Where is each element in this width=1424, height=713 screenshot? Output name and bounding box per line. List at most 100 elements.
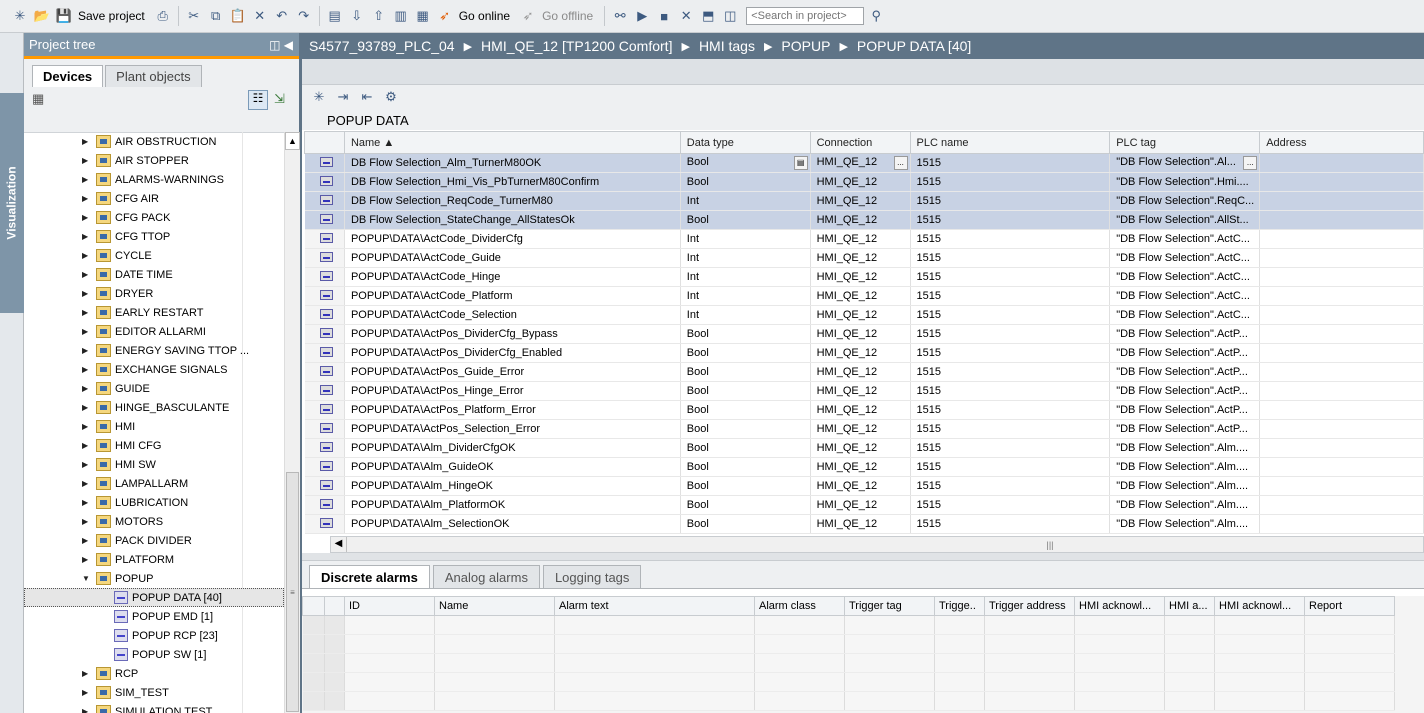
cell-address[interactable] xyxy=(1259,438,1424,458)
alarm-empty-cell[interactable] xyxy=(1214,691,1305,711)
export-tags-icon[interactable]: ⇥ xyxy=(334,89,352,107)
alarm-empty-cell[interactable] xyxy=(844,691,935,711)
expand-arrow-icon[interactable]: ▶ xyxy=(82,403,92,412)
alarm-empty-cell[interactable] xyxy=(324,691,345,711)
alarm-empty-cell[interactable] xyxy=(1074,615,1165,635)
expand-arrow-icon[interactable]: ▶ xyxy=(82,346,92,355)
cell-data-type[interactable]: Int xyxy=(680,305,811,325)
cell-connection[interactable]: HMI_QE_12 xyxy=(810,362,911,382)
alarm-empty-cell[interactable] xyxy=(434,615,555,635)
column-header-name[interactable]: Name ▲ xyxy=(343,131,681,154)
alarm-empty-cell[interactable] xyxy=(754,653,845,673)
plc-tag-browse-icon[interactable]: ... xyxy=(1243,156,1258,170)
cell-plc-name[interactable]: 1515 xyxy=(910,286,1111,306)
table-view-icon[interactable]: ☷ xyxy=(248,90,268,110)
table-row[interactable]: POPUP\DATA\Alm_SelectionOK Bool HMI_QE_12 1… xyxy=(304,514,1424,534)
cell-connection[interactable]: HMI_QE_12 xyxy=(810,191,911,211)
collapse-panel-icon[interactable]: ◫ ◀ xyxy=(269,38,293,52)
alarm-column-header[interactable]: Name xyxy=(434,596,555,616)
cell-address[interactable] xyxy=(1259,457,1424,477)
column-header-connection[interactable]: Connection xyxy=(809,131,911,154)
expand-arrow-icon[interactable]: ▶ xyxy=(82,479,92,488)
cell-data-type[interactable]: Bool xyxy=(680,172,811,192)
alarm-empty-cell[interactable] xyxy=(754,615,845,635)
alarm-empty-row[interactable] xyxy=(302,653,1395,673)
alarm-empty-cell[interactable] xyxy=(1304,691,1395,711)
tree-folder[interactable]: ▶ RCP xyxy=(24,664,284,683)
tree-folder[interactable]: ▶ EDITOR ALLARMI xyxy=(24,322,284,341)
cell-connection[interactable]: HMI_QE_12 xyxy=(810,305,911,325)
tree-tag-table[interactable]: POPUP DATA [40] xyxy=(24,588,284,607)
cell-data-type[interactable]: Bool xyxy=(680,438,811,458)
alarm-empty-cell[interactable] xyxy=(302,634,325,654)
alarm-empty-cell[interactable] xyxy=(1164,672,1215,692)
save-project-button[interactable]: Save project xyxy=(78,9,145,23)
expand-arrow-icon[interactable]: ▶ xyxy=(82,707,92,713)
alarm-empty-cell[interactable] xyxy=(1074,634,1165,654)
cell-data-type[interactable]: Int xyxy=(680,248,811,268)
tree-folder[interactable]: ▶ LAMPALLARM xyxy=(24,474,284,493)
tree-folder[interactable]: ▶ HMI CFG xyxy=(24,436,284,455)
table-row[interactable]: POPUP\DATA\ActCode_Guide Int HMI_QE_12 1515… xyxy=(304,248,1424,268)
paste-icon[interactable]: 📋 xyxy=(228,6,248,26)
table-row[interactable]: POPUP\DATA\ActCode_Hinge Int HMI_QE_12 1515… xyxy=(304,267,1424,287)
alarm-column-header[interactable]: Alarm text xyxy=(554,596,755,616)
upload-icon[interactable]: ⇧ xyxy=(369,6,389,26)
cell-name[interactable]: POPUP\DATA\ActCode_DividerCfg xyxy=(344,229,681,249)
download-icon[interactable]: ⇩ xyxy=(347,6,367,26)
split-horizontal-icon[interactable]: ⬒ xyxy=(698,6,718,26)
tree-folder[interactable]: ▶ CFG TTOP xyxy=(24,227,284,246)
expand-arrow-icon[interactable]: ▼ xyxy=(82,574,92,583)
go-online-button[interactable]: Go online xyxy=(459,9,510,23)
cell-name[interactable]: DB Flow Selection_ReqCode_TurnerM80 xyxy=(344,191,681,211)
cell-plc-tag[interactable]: "DB Flow Selection".ActC... xyxy=(1109,286,1261,306)
alarm-empty-cell[interactable] xyxy=(324,615,345,635)
cell-plc-name[interactable]: 1515 xyxy=(910,514,1111,534)
cell-address[interactable] xyxy=(1259,476,1424,496)
alarm-empty-cell[interactable] xyxy=(1214,653,1305,673)
alarm-column-header[interactable]: Alarm class xyxy=(754,596,845,616)
cell-connection[interactable]: HMI_QE_12 xyxy=(810,248,911,268)
cell-name[interactable]: POPUP\DATA\ActPos_DividerCfg_Bypass xyxy=(344,324,681,344)
column-header-plc-name[interactable]: PLC name xyxy=(909,131,1111,154)
alarm-empty-cell[interactable] xyxy=(754,691,845,711)
alarm-empty-cell[interactable] xyxy=(344,615,435,635)
alarm-empty-cell[interactable] xyxy=(434,672,555,692)
alarm-empty-cell[interactable] xyxy=(324,653,345,673)
cell-connection[interactable]: HMI_QE_12 xyxy=(810,476,911,496)
cell-plc-name[interactable]: 1515 xyxy=(910,172,1111,192)
alarm-empty-cell[interactable] xyxy=(984,615,1075,635)
tree-folder[interactable]: ▶ AIR STOPPER xyxy=(24,151,284,170)
cell-data-type[interactable]: Bool xyxy=(680,419,811,439)
tab-plant-objects[interactable]: Plant objects xyxy=(105,65,202,87)
cell-connection[interactable]: HMI_QE_12 xyxy=(810,172,911,192)
tree-folder[interactable]: ▶ MOTORS xyxy=(24,512,284,531)
tab-logging-tags[interactable]: Logging tags xyxy=(542,565,642,588)
cell-data-type[interactable]: Bool xyxy=(680,476,811,496)
breadcrumb-item[interactable]: POPUP xyxy=(781,38,830,54)
cell-connection[interactable]: HMI_QE_12 xyxy=(810,286,911,306)
cell-name[interactable]: POPUP\DATA\ActCode_Platform xyxy=(344,286,681,306)
alarm-empty-cell[interactable] xyxy=(934,653,985,673)
delete-icon[interactable]: ✕ xyxy=(250,6,270,26)
alarm-empty-row[interactable] xyxy=(302,634,1395,654)
cell-plc-name[interactable]: 1515 xyxy=(910,248,1111,268)
alarm-empty-cell[interactable] xyxy=(754,672,845,692)
expand-arrow-icon[interactable]: ▶ xyxy=(82,688,92,697)
cell-plc-tag[interactable]: "DB Flow Selection".ActC... xyxy=(1109,248,1261,268)
cell-address[interactable] xyxy=(1259,286,1424,306)
tree-folder[interactable]: ▶ ALARMS-WARNINGS xyxy=(24,170,284,189)
tab-discrete-alarms[interactable]: Discrete alarms xyxy=(309,565,430,588)
expand-arrow-icon[interactable]: ▶ xyxy=(82,498,92,507)
alarm-empty-cell[interactable] xyxy=(984,691,1075,711)
alarm-empty-cell[interactable] xyxy=(1074,672,1165,692)
tree-folder[interactable]: ▶ PLATFORM xyxy=(24,550,284,569)
search-input[interactable] xyxy=(746,7,865,25)
alarm-empty-cell[interactable] xyxy=(324,672,345,692)
expand-arrow-icon[interactable]: ▶ xyxy=(82,175,92,184)
tree-folder[interactable]: ▶ EARLY RESTART xyxy=(24,303,284,322)
tree-folder[interactable]: ▶ ENERGY SAVING TTOP ... xyxy=(24,341,284,360)
scrollbar-grip[interactable]: ||| xyxy=(347,540,1423,550)
cell-data-type[interactable]: Bool xyxy=(680,343,811,363)
tree-folder[interactable]: ▶ DATE TIME xyxy=(24,265,284,284)
